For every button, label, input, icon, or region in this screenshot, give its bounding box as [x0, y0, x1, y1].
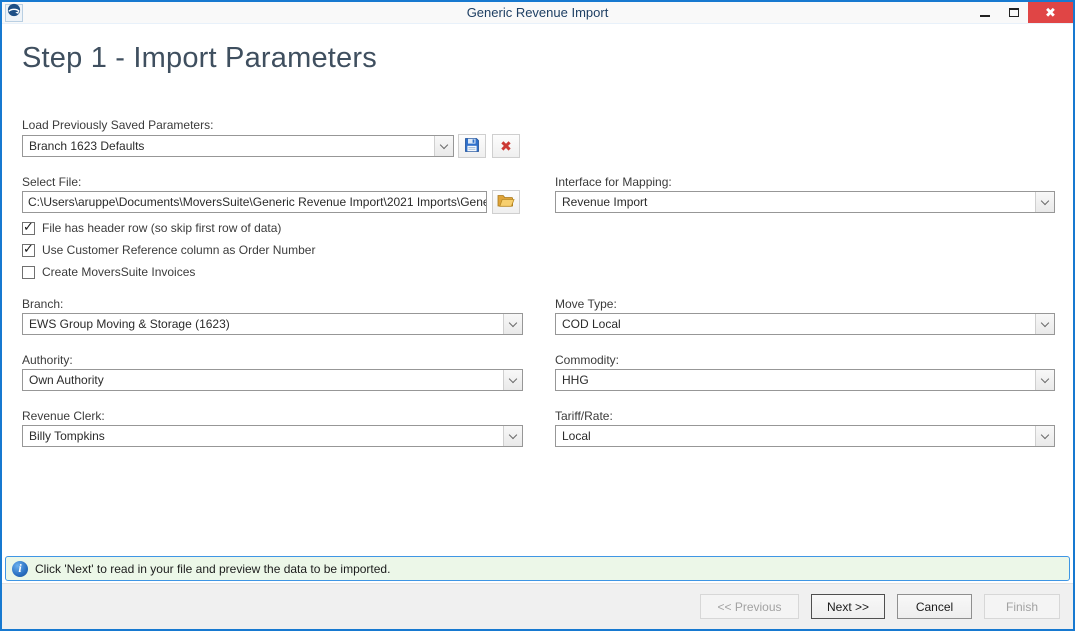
- checkbox-label: File has header row (so skip first row o…: [42, 221, 281, 235]
- delete-parameters-button[interactable]: ✖: [492, 134, 520, 158]
- chevron-down-icon: [1035, 192, 1054, 212]
- window-title: Generic Revenue Import: [2, 5, 1073, 20]
- checkbox-customer-reference[interactable]: ✓ Use Customer Reference column as Order…: [22, 243, 315, 257]
- tariff-rate-label: Tariff/Rate:: [555, 409, 613, 423]
- commodity-value: HHG: [556, 373, 1035, 387]
- branch-label: Branch:: [22, 297, 63, 311]
- footer-button-bar: << Previous Next >> Cancel Finish: [2, 583, 1073, 629]
- finish-button: Finish: [984, 594, 1060, 619]
- chevron-down-icon: [503, 314, 522, 334]
- revenue-clerk-select[interactable]: Billy Tompkins: [22, 425, 523, 447]
- authority-select[interactable]: Own Authority: [22, 369, 523, 391]
- checkbox-file-has-header[interactable]: ✓ File has header row (so skip first row…: [22, 221, 281, 235]
- status-message: Click 'Next' to read in your file and pr…: [35, 562, 390, 576]
- chevron-down-icon: [1035, 370, 1054, 390]
- chevron-down-icon: [503, 426, 522, 446]
- save-parameters-button[interactable]: [458, 134, 486, 158]
- commodity-select[interactable]: HHG: [555, 369, 1055, 391]
- maximize-button[interactable]: [999, 2, 1028, 23]
- previous-button: << Previous: [700, 594, 799, 619]
- load-params-select[interactable]: Branch 1623 Defaults: [22, 135, 454, 157]
- load-params-label: Load Previously Saved Parameters:: [22, 118, 213, 132]
- move-type-label: Move Type:: [555, 297, 617, 311]
- interface-mapping-select[interactable]: Revenue Import: [555, 191, 1055, 213]
- next-button[interactable]: Next >>: [811, 594, 885, 619]
- chevron-down-icon: [434, 136, 453, 156]
- branch-value: EWS Group Moving & Storage (1623): [23, 317, 503, 331]
- main-content: Step 1 - Import Parameters Load Previous…: [2, 24, 1073, 556]
- interface-mapping-label: Interface for Mapping:: [555, 175, 672, 189]
- load-params-value: Branch 1623 Defaults: [23, 139, 434, 153]
- authority-label: Authority:: [22, 353, 73, 367]
- check-icon: ✓: [23, 241, 34, 257]
- file-path-value: C:\Users\aruppe\Documents\MoversSuite\Ge…: [23, 195, 486, 209]
- floppy-disk-icon: [464, 137, 480, 156]
- app-menu-button[interactable]: [5, 4, 23, 22]
- select-file-label: Select File:: [22, 175, 81, 189]
- checkbox-label: Use Customer Reference column as Order N…: [42, 243, 315, 257]
- info-circle-icon: i: [12, 561, 28, 577]
- commodity-label: Commodity:: [555, 353, 619, 367]
- minimize-icon: [980, 15, 990, 17]
- close-button[interactable]: ✖: [1028, 2, 1073, 23]
- title-bar: Generic Revenue Import ✖: [2, 2, 1073, 24]
- chevron-down-icon: [503, 370, 522, 390]
- minimize-button[interactable]: [970, 2, 999, 23]
- moverssuite-logo-icon: [7, 3, 21, 22]
- delete-x-icon: ✖: [500, 139, 512, 153]
- chevron-down-icon: [1035, 314, 1054, 334]
- branch-select[interactable]: EWS Group Moving & Storage (1623): [22, 313, 523, 335]
- checkbox-box: ✓: [22, 222, 35, 235]
- revenue-clerk-value: Billy Tompkins: [23, 429, 503, 443]
- window-controls: ✖: [970, 2, 1073, 23]
- cancel-button[interactable]: Cancel: [897, 594, 972, 619]
- browse-file-button[interactable]: [492, 190, 520, 214]
- move-type-value: COD Local: [556, 317, 1035, 331]
- file-path-input[interactable]: C:\Users\aruppe\Documents\MoversSuite\Ge…: [22, 191, 487, 213]
- checkbox-box: ✓: [22, 266, 35, 279]
- page-title: Step 1 - Import Parameters: [22, 42, 377, 75]
- status-message-bar: i Click 'Next' to read in your file and …: [5, 556, 1070, 581]
- tariff-rate-select[interactable]: Local: [555, 425, 1055, 447]
- checkbox-label: Create MoversSuite Invoices: [42, 265, 195, 279]
- maximize-icon: [1009, 8, 1019, 17]
- checkbox-create-invoices[interactable]: ✓ Create MoversSuite Invoices: [22, 265, 195, 279]
- close-icon: ✖: [1045, 5, 1056, 21]
- checkbox-box: ✓: [22, 244, 35, 257]
- open-folder-icon: [497, 194, 515, 211]
- chevron-down-icon: [1035, 426, 1054, 446]
- tariff-rate-value: Local: [556, 429, 1035, 443]
- check-icon: ✓: [23, 219, 34, 235]
- dialog-window: Generic Revenue Import ✖ Step 1 - Import…: [0, 0, 1075, 631]
- authority-value: Own Authority: [23, 373, 503, 387]
- interface-mapping-value: Revenue Import: [556, 195, 1035, 209]
- move-type-select[interactable]: COD Local: [555, 313, 1055, 335]
- revenue-clerk-label: Revenue Clerk:: [22, 409, 105, 423]
